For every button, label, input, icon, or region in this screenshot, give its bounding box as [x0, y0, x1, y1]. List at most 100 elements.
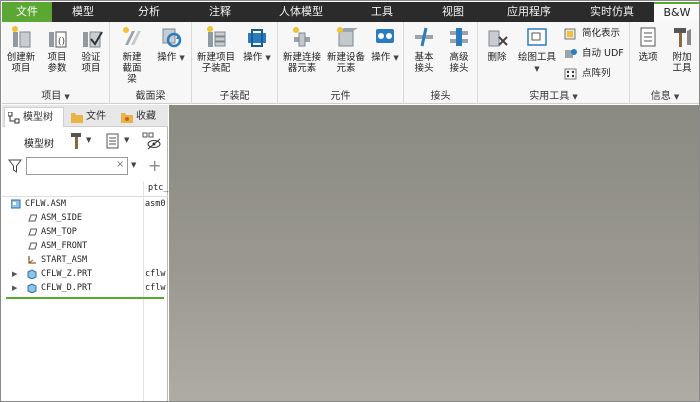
coordinate-system-icon [27, 255, 37, 265]
search-dropdown-icon[interactable]: ▼ [131, 161, 136, 169]
create-project-button[interactable]: 创建新项目 [4, 25, 38, 74]
advanced-joint-button[interactable]: 高级接头 [442, 25, 476, 74]
column-header-ptc[interactable]: ptc_ [148, 183, 168, 193]
tree-settings-dropdown-icon[interactable]: ▼ [86, 136, 91, 144]
tab-annotate[interactable]: 注释 [184, 2, 256, 22]
tree-row-part[interactable]: ▶ CFLW_Z.PRT cflw [2, 267, 168, 281]
project-params-button[interactable]: () 项目参数 [40, 25, 74, 74]
expand-icon[interactable]: ▶ [12, 281, 17, 295]
group-utilities: 删除 绘图工具 ▼ 简化表示 自动 UDF 点阵列 实用工具 ▼ [478, 22, 630, 104]
tree-row-coordinate-system[interactable]: START_ASM [2, 253, 168, 267]
auto-udf-button[interactable]: 自动 UDF [564, 46, 624, 62]
verify-project-button[interactable]: 验证项目 [74, 25, 108, 74]
new-device-element-button[interactable]: 新建设备元素 [326, 25, 366, 74]
tree-row-datum-plane[interactable]: ASM_FRONT [2, 239, 168, 253]
components-operate-icon [373, 25, 397, 49]
device-element-icon [334, 25, 358, 49]
sub-assembly-icon [204, 25, 228, 49]
new-sub-assembly-button[interactable]: 新建项目子装配 [194, 25, 238, 74]
tree-row-datum-plane[interactable]: ASM_TOP [2, 225, 168, 239]
new-connector-element-button[interactable]: 新建连接器元素 [280, 25, 324, 74]
datum-plane-icon [27, 227, 38, 237]
advanced-joint-icon [447, 25, 471, 49]
show-icon[interactable] [106, 133, 120, 152]
tab-analysis[interactable]: 分析 [114, 2, 184, 22]
part-icon [27, 269, 37, 280]
tab-file[interactable]: 文件 [2, 2, 52, 22]
options-icon [636, 25, 660, 49]
tree-settings-icon[interactable] [68, 132, 84, 153]
operate-icon [159, 25, 183, 49]
expand-icon[interactable]: ▶ [12, 267, 17, 281]
group-project: 创建新项目 () 项目参数 验证项目 项目 ▼ [2, 22, 110, 104]
part-icon [27, 283, 37, 294]
menu-bar: 文件 模型 分析 注释 人体模型 工具 视图 应用程序 实时仿真 B&W AFX [2, 2, 699, 36]
drawing-tools-icon [525, 25, 549, 49]
hammer-icon [670, 25, 694, 49]
show-dropdown-icon[interactable]: ▼ [124, 136, 129, 144]
options-button[interactable]: 选项 [632, 25, 664, 63]
tab-bw-afx[interactable]: B&W AFX [654, 2, 699, 36]
basic-joint-icon [412, 25, 436, 49]
add-on-tools-button[interactable]: 附加工具 [666, 25, 698, 74]
panel-tabs: 模型树 文件 收藏 [2, 105, 168, 127]
datum-plane-icon [27, 213, 38, 223]
delete-icon [485, 25, 509, 49]
basic-joint-button[interactable]: 基本接头 [407, 25, 441, 74]
tab-view[interactable]: 视图 [418, 2, 488, 22]
tree-row-assembly[interactable]: CFLW.ASM asm0 [2, 197, 168, 211]
tab-manikin[interactable]: 人体模型 [256, 2, 346, 22]
tab-applications[interactable]: 应用程序 [488, 2, 570, 22]
components-operate-button[interactable]: 操作 ▼ [368, 25, 402, 64]
tab-tools[interactable]: 工具 [346, 2, 418, 22]
group-label-utilities: 实用工具 ▼ [529, 91, 578, 102]
tab-folder-browser[interactable]: 文件 [68, 107, 114, 127]
group-info: 选项 附加工具 信息 ▼ [630, 22, 699, 104]
group-label-components: 元件 [330, 91, 351, 102]
model-tree-icon [7, 111, 20, 124]
project-params-icon: () [45, 25, 69, 49]
point-array-button[interactable]: 点阵列 [564, 66, 611, 82]
model-tree: CFLW.ASM asm0 ASM_SIDE ASM_TOP ASM_FRONT… [2, 197, 168, 295]
tab-realtime-simulation[interactable]: 实时仿真 [570, 2, 654, 22]
add-icon[interactable]: + [148, 156, 161, 175]
create-project-icon [9, 25, 33, 49]
simplified-rep-button[interactable]: 简化表示 [564, 26, 620, 42]
tree-row-part[interactable]: ▶ CFLW_D.PRT cflw [2, 281, 168, 295]
delete-button[interactable]: 删除 [480, 25, 514, 63]
visibility-icon[interactable] [142, 132, 162, 153]
group-label-info: 信息 ▼ [650, 91, 680, 102]
tab-model-tree[interactable]: 模型树 [4, 107, 64, 127]
group-label-sub-assembly: 子装配 [219, 91, 250, 102]
clear-search-icon[interactable]: × [116, 159, 124, 170]
ribbon: 创建新项目 () 项目参数 验证项目 项目 ▼ 新建截面梁 操作 ▼ 截面梁 新… [2, 22, 699, 104]
filter-icon[interactable] [8, 159, 22, 176]
model-tree-toolbar: 模型树 ▼ ▼ [2, 129, 168, 155]
section-beam-operate-button[interactable]: 操作 ▼ [154, 25, 188, 64]
sub-assembly-operate-icon [245, 25, 269, 49]
sub-assembly-operate-button[interactable]: 操作 ▼ [240, 25, 274, 64]
connector-element-icon [290, 25, 314, 49]
group-components: 新建连接器元素 新建设备元素 操作 ▼ 元件 [278, 22, 404, 104]
favorites-folder-icon [121, 111, 133, 123]
section-beam-icon [120, 25, 144, 49]
new-section-beam-button[interactable]: 新建截面梁 [114, 25, 150, 85]
assembly-icon [10, 199, 21, 209]
group-joints: 基本接头 高级接头 接头 [404, 22, 478, 104]
verify-project-icon [79, 25, 103, 49]
tree-filter-bar: × ▼ + [2, 155, 168, 179]
auto-udf-icon [564, 48, 577, 60]
drawing-tools-button[interactable]: 绘图工具 ▼ [514, 25, 560, 75]
tree-row-datum-plane[interactable]: ASM_SIDE [2, 211, 168, 225]
group-label-section-beam: 截面梁 [135, 91, 166, 102]
svg-text:(): () [58, 36, 65, 47]
navigator-panel: 模型树 文件 收藏 模型树 ▼ ▼ × ▼ + ptc_ CFLW.ASM as… [2, 105, 168, 401]
point-array-icon [564, 68, 577, 80]
tree-search-input[interactable] [26, 157, 128, 175]
group-label-project: 项目 ▼ [41, 91, 70, 102]
graphics-window[interactable] [169, 105, 699, 401]
tab-model[interactable]: 模型 [52, 2, 114, 22]
app-window: 文件 模型 分析 注释 人体模型 工具 视图 应用程序 实时仿真 B&W AFX… [0, 0, 700, 402]
insert-here-indicator[interactable] [6, 297, 164, 299]
tab-favorites[interactable]: 收藏 [118, 107, 166, 127]
